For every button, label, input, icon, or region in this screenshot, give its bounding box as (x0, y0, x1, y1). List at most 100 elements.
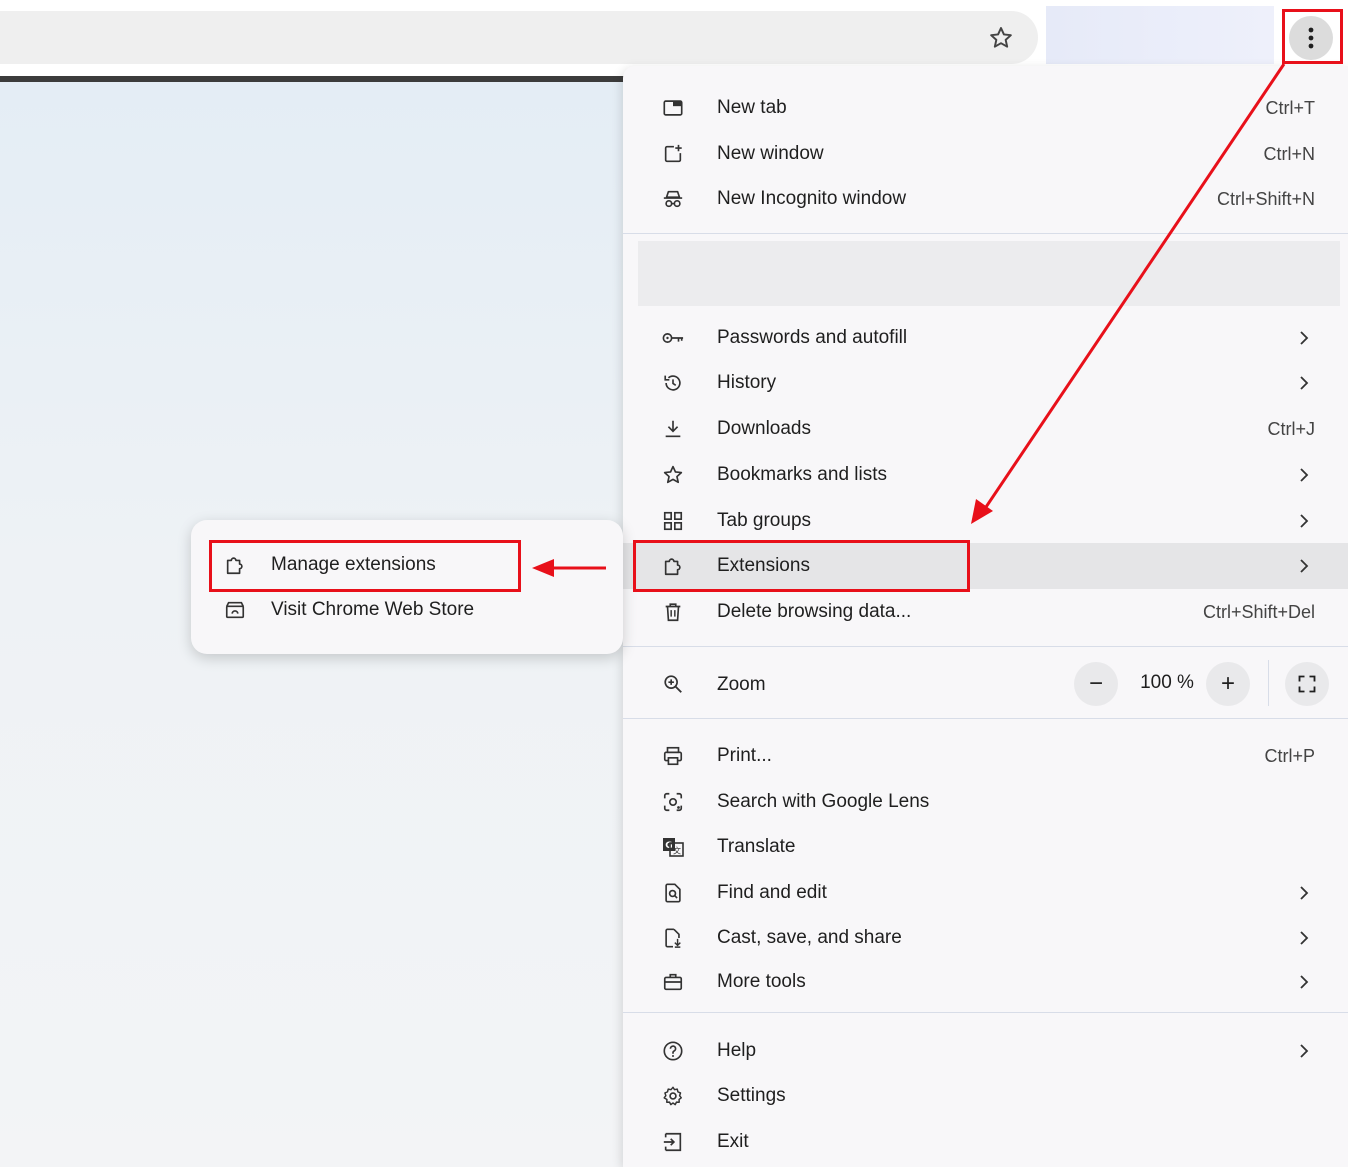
menu-item-new-incognito-window[interactable]: New Incognito window Ctrl+Shift+N (623, 176, 1348, 222)
history-icon (661, 371, 685, 395)
menu-item-label: New window (717, 143, 824, 164)
menu-item-search-with-google-lens[interactable]: Search with Google Lens (623, 779, 1348, 825)
zoom-value: 100 % (1140, 672, 1194, 693)
chrome-menu-button[interactable] (1289, 16, 1333, 60)
menu-item-label: Help (717, 1040, 757, 1061)
menu-item-delete-browsing-data[interactable]: Delete browsing data... Ctrl+Shift+Del (623, 589, 1348, 635)
web-store-icon (223, 598, 247, 622)
extensions-submenu: Manage extensions Visit Chrome Web Store (191, 520, 623, 654)
chevron-right-icon (1294, 927, 1314, 949)
zoom-in-icon (661, 672, 685, 696)
menu-item-shortcut: Ctrl+J (1267, 419, 1315, 439)
menu-item-downloads[interactable]: Downloads Ctrl+J (623, 406, 1348, 452)
menu-item-label: Delete browsing data... (717, 601, 912, 622)
menu-item-cast-save-and-share[interactable]: Cast, save, and share (623, 915, 1348, 961)
download-icon (661, 417, 685, 441)
menu-item-tab-groups[interactable]: Tab groups (623, 498, 1348, 544)
translate-icon: G文 (661, 835, 685, 859)
zoom-label: Zoom (717, 674, 766, 695)
menu-separator (623, 233, 1348, 234)
menu-item-more-tools[interactable]: More tools (623, 959, 1348, 1005)
menu-item-label: Print... (717, 745, 772, 766)
chevron-right-icon (1294, 1040, 1314, 1062)
submenu-item-visit-chrome-web-store[interactable]: Visit Chrome Web Store (191, 588, 623, 632)
menu-item-shortcut: Ctrl+T (1265, 98, 1316, 118)
menu-separator (623, 646, 1348, 647)
chevron-right-icon (1294, 555, 1314, 577)
find-icon (661, 881, 685, 905)
fullscreen-button[interactable] (1285, 662, 1329, 706)
menu-item-label: Exit (717, 1131, 749, 1152)
cast-save-icon (661, 926, 685, 950)
zoom-in-button[interactable]: + (1206, 662, 1250, 706)
menu-item-history[interactable]: History (623, 360, 1348, 406)
chevron-right-icon (1294, 464, 1314, 486)
menu-item-label: Find and edit (717, 882, 827, 903)
page-load-progress (0, 76, 624, 82)
svg-text:文: 文 (673, 846, 681, 856)
menu-item-passwords-and-autofill[interactable]: Passwords and autofill (623, 315, 1348, 361)
toolbox-icon (661, 970, 685, 994)
fullscreen-icon (1298, 675, 1316, 693)
trash-icon (661, 600, 685, 624)
zoom-divider (1268, 660, 1269, 706)
menu-item-shortcut: Ctrl+P (1264, 746, 1315, 766)
bookmark-star-icon[interactable] (982, 19, 1020, 57)
menu-item-shortcut: Ctrl+Shift+N (1216, 189, 1315, 209)
menu-item-shortcut: Ctrl+Shift+Del (1202, 602, 1315, 622)
browser-toolbar (0, 0, 1348, 74)
menu-item-label: More tools (717, 971, 806, 992)
help-icon (661, 1039, 685, 1063)
menu-item-settings[interactable]: Settings (623, 1073, 1348, 1119)
puzzle-icon (223, 553, 247, 577)
printer-icon (661, 744, 685, 768)
gear-icon (661, 1084, 685, 1108)
menu-item-translate[interactable]: G文 Translate (623, 824, 1348, 870)
menu-item-shortcut: Ctrl+N (1263, 144, 1315, 164)
chevron-right-icon (1294, 882, 1314, 904)
menu-item-new-window[interactable]: New window Ctrl+N (623, 131, 1348, 177)
menu-item-label: History (717, 372, 777, 393)
key-icon (661, 326, 685, 350)
menu-item-bookmarks-and-lists[interactable]: Bookmarks and lists (623, 452, 1348, 498)
chevron-right-icon (1294, 510, 1314, 532)
submenu-item-label: Manage extensions (271, 554, 436, 575)
puzzle-icon (661, 554, 685, 578)
menu-separator (623, 718, 1348, 719)
menu-item-print[interactable]: Print... Ctrl+P (623, 733, 1348, 779)
new-tab-icon (661, 96, 685, 120)
menu-item-label: Bookmarks and lists (717, 464, 888, 485)
grid-icon (661, 509, 685, 533)
menu-separator (623, 1012, 1348, 1013)
exit-icon (661, 1130, 685, 1154)
chevron-right-icon (1294, 971, 1314, 993)
menu-item-label: Settings (717, 1085, 786, 1106)
incognito-icon (661, 187, 685, 211)
menu-zoom-row: Zoom − 100 % + (623, 656, 1348, 712)
menu-item-extensions[interactable]: Extensions (623, 543, 1348, 589)
three-dots-vertical-icon (1308, 27, 1314, 49)
menu-item-label: Passwords and autofill (717, 327, 908, 348)
menu-item-label: Search with Google Lens (717, 791, 930, 812)
menu-item-help[interactable]: Help (623, 1028, 1348, 1074)
menu-item-label: Tab groups (717, 510, 812, 531)
zoom-out-button[interactable]: − (1074, 662, 1118, 706)
menu-item-new-tab[interactable]: New tab Ctrl+T (623, 85, 1348, 131)
new-window-icon (661, 142, 685, 166)
menu-item-label: Translate (717, 836, 796, 857)
profile-area[interactable] (1046, 6, 1274, 64)
profile-row-placeholder (638, 241, 1340, 306)
lens-icon (661, 790, 685, 814)
chevron-right-icon (1294, 327, 1314, 349)
chrome-main-menu: New tab Ctrl+T New window Ctrl+N New Inc… (623, 66, 1348, 1167)
address-bar[interactable] (0, 11, 1038, 64)
menu-item-exit[interactable]: Exit (623, 1119, 1348, 1165)
submenu-item-manage-extensions[interactable]: Manage extensions (191, 543, 623, 587)
menu-item-label: New tab (717, 97, 787, 118)
star-icon (661, 463, 685, 487)
menu-item-label: Downloads (717, 418, 811, 439)
menu-item-label: Cast, save, and share (717, 927, 902, 948)
menu-item-label: Extensions (717, 555, 810, 576)
menu-item-find-and-edit[interactable]: Find and edit (623, 870, 1348, 916)
menu-item-label: New Incognito window (717, 188, 907, 209)
